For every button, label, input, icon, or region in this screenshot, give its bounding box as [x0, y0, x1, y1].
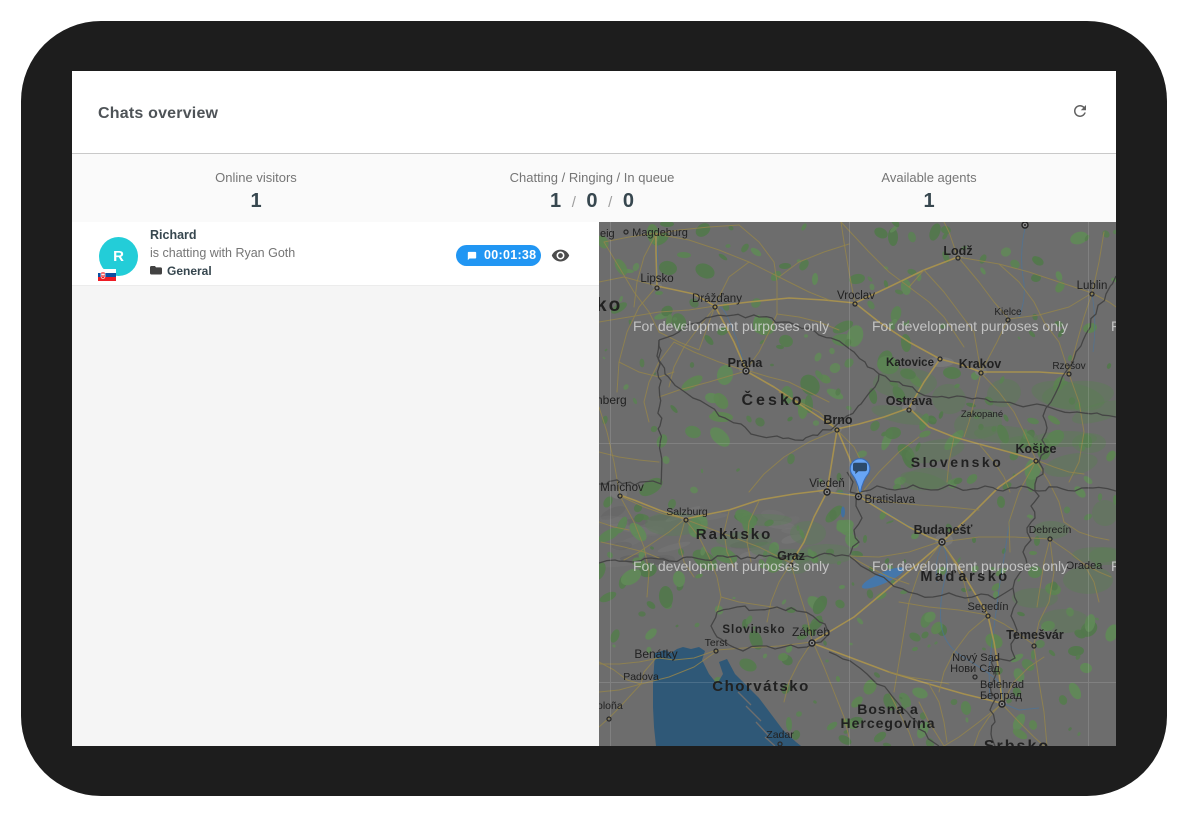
svg-text:Terst: Terst	[705, 637, 728, 649]
svg-text:Hercegovina: Hercegovina	[840, 715, 935, 731]
svg-text:Brno: Brno	[823, 413, 853, 427]
svg-text:Temešvár: Temešvár	[1006, 628, 1064, 642]
svg-text:Segedín: Segedín	[968, 601, 1009, 613]
svg-text:Kielce: Kielce	[994, 307, 1022, 318]
svg-text:Záhreb: Záhreb	[792, 625, 830, 639]
svg-text:Salzburg: Salzburg	[666, 506, 708, 518]
svg-text:Magdeburg: Magdeburg	[632, 227, 688, 239]
svg-text:oloña: oloña	[599, 700, 623, 712]
svg-text:Debrecín: Debrecín	[1029, 524, 1072, 536]
svg-text:Slovensko: Slovensko	[911, 454, 1004, 470]
svg-text:For development purposes only: For development purposes only	[872, 558, 1068, 574]
svg-text:Bratislava: Bratislava	[865, 494, 916, 506]
svg-text:Lipsko: Lipsko	[640, 273, 673, 285]
svg-text:For development purposes only: For development purposes only	[872, 318, 1068, 334]
svg-text:Oradea: Oradea	[1066, 560, 1104, 572]
svg-text:eig: eig	[600, 228, 615, 240]
svg-text:Rakúsko: Rakúsko	[696, 526, 773, 543]
svg-text:For development purposes only: For development purposes only	[633, 558, 829, 574]
svg-text:Zakopané: Zakopané	[961, 409, 1003, 420]
svg-text:Vroclav: Vroclav	[837, 290, 875, 302]
svg-text:Lublin: Lublin	[1077, 280, 1108, 292]
svg-text:nberg: nberg	[599, 393, 627, 407]
svg-text:ko: ko	[599, 295, 622, 316]
svg-text:Нови Сад: Нови Сад	[950, 663, 1000, 675]
svg-text:Viedeň: Viedeň	[809, 478, 845, 490]
svg-text:Mníchov: Mníchov	[600, 482, 644, 494]
svg-text:Srbsko: Srbsko	[984, 738, 1050, 746]
svg-text:Katovice: Katovice	[886, 357, 934, 369]
svg-text:Ostrava: Ostrava	[886, 394, 934, 408]
svg-text:Chorvátsko: Chorvátsko	[712, 678, 810, 695]
svg-text:Benátky: Benátky	[634, 647, 677, 661]
svg-text:Zadar: Zadar	[766, 729, 794, 741]
svg-text:Česko: Česko	[741, 390, 804, 409]
svg-text:Rzešov: Rzešov	[1052, 361, 1085, 372]
svg-text:Београд: Београд	[980, 690, 1023, 702]
svg-text:Budapešť: Budapešť	[914, 523, 973, 537]
svg-text:Padova: Padova	[623, 671, 659, 683]
svg-text:For development purposes only: For development purposes only	[1111, 558, 1116, 574]
svg-text:Drážďany: Drážďany	[692, 293, 742, 305]
svg-text:For development purposes only: For development purposes only	[1111, 318, 1116, 334]
svg-text:Košice: Košice	[1016, 442, 1057, 456]
svg-text:Krakov: Krakov	[959, 357, 1001, 371]
svg-text:For development purposes only: For development purposes only	[633, 318, 829, 334]
svg-text:Slovinsko: Slovinsko	[722, 624, 785, 636]
